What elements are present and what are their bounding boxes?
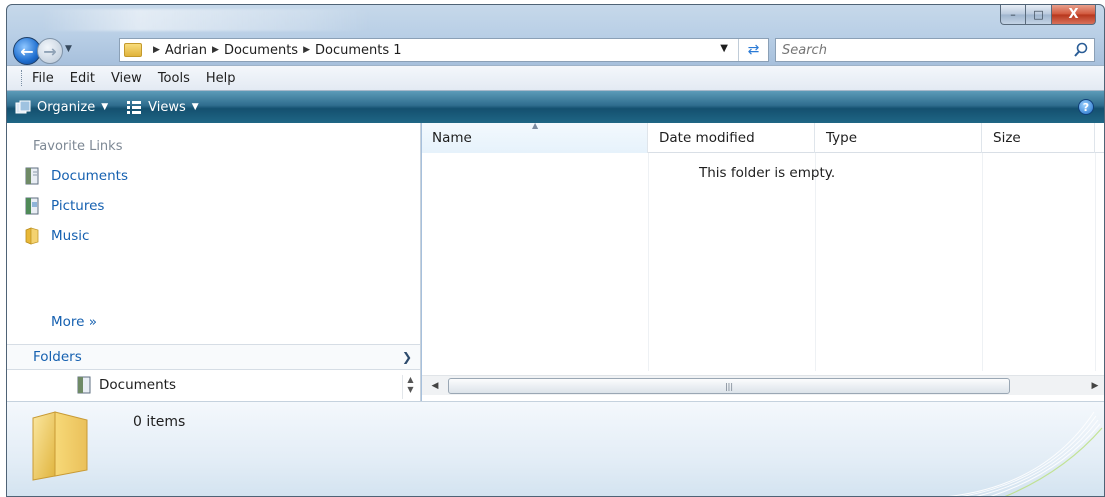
menu-view[interactable]: View <box>111 71 142 86</box>
minimize-button[interactable]: – <box>1000 5 1026 25</box>
file-list[interactable]: Name ▲ Date modified Type Size T This fo… <box>422 121 1104 401</box>
item-count: 0 items <box>133 414 186 430</box>
menu-tools[interactable]: Tools <box>158 71 190 86</box>
favorite-link-label: Music <box>51 228 90 244</box>
scroll-right-icon[interactable]: ▶ <box>1086 378 1104 394</box>
sort-ascending-icon: ▲ <box>532 121 539 130</box>
column-header-date-modified[interactable]: Date modified <box>649 123 815 153</box>
favorite-link-label: Documents <box>51 168 128 184</box>
column-header-row: Name ▲ Date modified Type Size T <box>422 121 1104 153</box>
back-arrow-icon: ← <box>20 41 34 61</box>
column-divider <box>815 153 816 371</box>
explorer-window: – □ X ← → ▼ ▶ Adrian ▶ Documents ▶ Docum… <box>6 4 1105 497</box>
organize-label: Organize <box>37 99 96 115</box>
folder-icon <box>124 43 142 57</box>
menu-help[interactable]: Help <box>206 71 236 86</box>
command-bar: Organize ▼ Views ▼ ? <box>7 91 1104 123</box>
views-label: Views <box>148 99 186 115</box>
address-bar[interactable]: ▶ Adrian ▶ Documents ▶ Documents 1 ▼ ⇄ <box>119 38 769 62</box>
organize-icon <box>15 100 31 114</box>
folder-icon <box>32 411 88 481</box>
menu-bar: File Edit View Tools Help <box>7 65 1104 91</box>
maximize-button[interactable]: □ <box>1026 5 1052 25</box>
folders-header: Folders <box>33 349 82 365</box>
horizontal-scrollbar[interactable]: ◀ ||| ▶ <box>422 375 1104 395</box>
more-links-button[interactable]: More » <box>51 314 97 330</box>
favorite-link-label: Pictures <box>51 198 105 214</box>
column-header-tags[interactable]: T <box>1096 123 1104 153</box>
refresh-icon: ⇄ <box>747 42 760 58</box>
forward-button[interactable]: → <box>37 38 63 64</box>
documents-icon <box>77 376 91 394</box>
breadcrumb-adrian[interactable]: Adrian <box>165 43 207 58</box>
chevron-down-icon[interactable]: ❯ <box>402 350 412 364</box>
music-icon <box>25 227 39 245</box>
recent-pages-dropdown[interactable]: ▼ <box>65 44 72 54</box>
scroll-left-icon[interactable]: ◀ <box>426 378 444 394</box>
forward-arrow-icon: → <box>43 41 57 61</box>
help-icon[interactable]: ? <box>1078 99 1094 115</box>
navigation-pane: Favorite Links Documents Pictures Music <box>7 123 421 401</box>
folder-tree-scrollbar[interactable]: ▲ ▼ <box>402 375 418 399</box>
search-box[interactable] <box>775 38 1095 62</box>
search-icon[interactable] <box>1072 41 1090 59</box>
column-header-type[interactable]: Type <box>816 123 982 153</box>
folders-toggle[interactable]: Folders ❯ <box>7 344 420 370</box>
menu-grip <box>21 70 24 86</box>
column-header-name[interactable]: Name ▲ <box>422 121 648 153</box>
views-dropdown-icon: ▼ <box>191 102 199 112</box>
scrollbar-thumb[interactable]: ||| <box>448 378 1010 394</box>
column-divider <box>982 153 983 371</box>
breadcrumb-documents-1[interactable]: Documents 1 <box>315 43 402 58</box>
column-divider <box>1095 153 1096 371</box>
favorite-link-music[interactable]: Music <box>25 227 89 245</box>
favorite-link-pictures[interactable]: Pictures <box>25 197 104 215</box>
address-row: ← → ▼ ▶ Adrian ▶ Documents ▶ Documents 1… <box>7 33 1104 65</box>
menu-file[interactable]: File <box>32 71 54 86</box>
column-header-size[interactable]: Size <box>983 123 1095 153</box>
favorite-link-documents[interactable]: Documents <box>25 167 128 185</box>
organize-button[interactable]: Organize ▼ <box>15 100 108 115</box>
menu-edit[interactable]: Edit <box>70 71 95 86</box>
details-pane: 0 items <box>7 401 1104 496</box>
organize-dropdown-icon: ▼ <box>101 102 109 112</box>
folder-tree-item-documents[interactable]: Documents <box>77 376 176 394</box>
folder-tree-label: Documents <box>99 377 176 393</box>
address-dropdown-icon[interactable]: ▼ <box>720 43 728 54</box>
refresh-button[interactable]: ⇄ <box>738 39 768 61</box>
crumb-separator-icon[interactable]: ▶ <box>153 45 160 55</box>
close-button[interactable]: X <box>1052 5 1096 25</box>
crumb-separator-icon[interactable]: ▶ <box>303 45 310 55</box>
search-input[interactable] <box>782 40 1062 60</box>
views-icon <box>127 101 142 114</box>
views-button[interactable]: Views ▼ <box>126 100 199 115</box>
empty-folder-message: This folder is empty. <box>699 165 836 181</box>
pictures-icon <box>25 197 39 215</box>
breadcrumb-documents[interactable]: Documents <box>224 43 298 58</box>
decorative-swirl <box>947 411 1103 496</box>
column-divider <box>648 153 649 371</box>
caption-buttons: – □ X <box>1000 5 1096 27</box>
favorite-links-header: Favorite Links <box>33 139 123 154</box>
crumb-separator-icon[interactable]: ▶ <box>212 45 219 55</box>
window-title-blurred <box>41 9 371 31</box>
documents-icon <box>25 167 39 185</box>
